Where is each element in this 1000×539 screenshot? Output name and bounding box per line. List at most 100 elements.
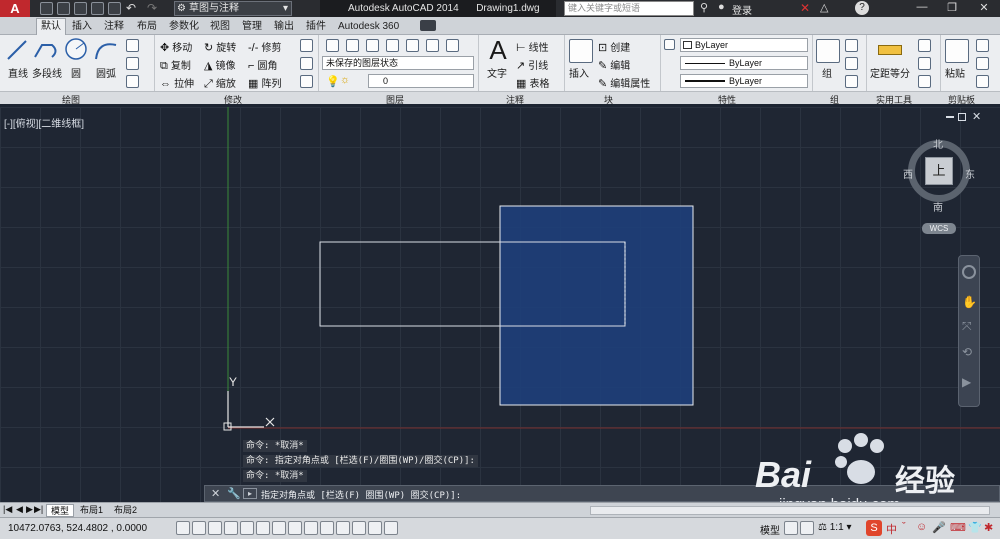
ungroup-icon[interactable]	[845, 39, 858, 52]
rectangle-icon[interactable]	[126, 39, 139, 52]
mirror-button[interactable]: ◮ 镜像	[204, 57, 236, 72]
paste-button[interactable]: 粘贴	[944, 37, 970, 81]
text-button[interactable]: A 文字	[484, 37, 512, 81]
copy-button[interactable]: ⧉ 复制	[160, 57, 191, 73]
layout-tab-model[interactable]: 模型	[46, 504, 75, 517]
tab-manage[interactable]: 管理	[238, 19, 266, 34]
ime-menu-icon[interactable]: ✱	[984, 521, 993, 534]
steeringwheel-icon[interactable]	[962, 265, 976, 279]
tab-plugins[interactable]: 插件	[302, 19, 330, 34]
layer-freeze-icon[interactable]	[426, 39, 439, 52]
drawing-quick-view-icon[interactable]	[800, 521, 814, 535]
boundary-icon[interactable]	[126, 75, 139, 88]
model-space-button[interactable]: 模型	[760, 522, 780, 537]
tab-view[interactable]: 视图	[206, 19, 234, 34]
explode-icon[interactable]	[300, 57, 313, 70]
cut-icon[interactable]	[976, 39, 989, 52]
ime-language-icon[interactable]: 中	[886, 521, 897, 537]
help-icon[interactable]: ?	[855, 1, 869, 15]
tab-parametric[interactable]: 参数化	[165, 19, 203, 34]
zoom-extents-icon[interactable]: ⤧	[962, 319, 972, 334]
infer-constraints-icon[interactable]	[176, 521, 190, 535]
info-center-icon[interactable]: △	[820, 1, 828, 14]
user-icon[interactable]: ●	[718, 1, 725, 13]
viewport-close[interactable]: ✕	[972, 110, 981, 123]
hatch-icon[interactable]	[126, 57, 139, 70]
ortho-icon[interactable]	[224, 521, 238, 535]
panel-title-annotation[interactable]: 注释	[506, 93, 524, 106]
edit-block-button[interactable]: ✎ 编辑	[598, 57, 630, 72]
array-button[interactable]: ▦ 阵列	[248, 75, 281, 90]
workspace-select[interactable]: ⚙ 草图与注释 ▾	[174, 1, 292, 16]
linetype-select[interactable]: ByLayer	[680, 56, 808, 70]
sogou-ime-icon[interactable]: S	[866, 520, 882, 536]
orbit-icon[interactable]: ⟲	[962, 345, 972, 359]
otrack-icon[interactable]	[288, 521, 302, 535]
tab-default[interactable]: 默认	[36, 18, 66, 35]
panel-title-block[interactable]: 块	[604, 93, 613, 106]
viewport-restore[interactable]	[958, 113, 966, 121]
transparency-icon[interactable]	[352, 521, 366, 535]
redo-icon[interactable]: ↷	[147, 1, 157, 15]
pan-icon[interactable]: ✋	[962, 295, 977, 309]
layer-isolate-icon[interactable]	[386, 39, 399, 52]
binoculars-icon[interactable]: ⚲	[700, 1, 708, 14]
exchange-icon[interactable]: ✕	[800, 1, 810, 15]
stretch-button[interactable]: ⇔ 拉伸	[160, 75, 194, 90]
save-as-icon[interactable]	[91, 2, 104, 15]
tab-insert[interactable]: 插入	[68, 19, 96, 34]
selection-cycling-icon[interactable]	[384, 521, 398, 535]
save-icon[interactable]	[74, 2, 87, 15]
ime-punct-icon[interactable]: ˇ	[902, 521, 906, 533]
color-select[interactable]: ByLayer	[680, 38, 808, 52]
restore-button[interactable]: ❐	[938, 0, 966, 17]
tab-annotate[interactable]: 注释	[100, 19, 128, 34]
scrollbar-horizontal[interactable]	[590, 506, 990, 515]
new-icon[interactable]	[40, 2, 53, 15]
ime-emoji-icon[interactable]: ☺	[916, 521, 927, 533]
insert-button[interactable]: 插入	[568, 37, 594, 81]
search-input[interactable]: 键入关键字或短语	[564, 1, 694, 16]
group-select-icon[interactable]	[845, 75, 858, 88]
login-button[interactable]: 登录	[732, 2, 752, 17]
layout-tab-2[interactable]: 布局2	[110, 504, 141, 517]
offset-icon[interactable]	[300, 75, 313, 88]
snap-icon[interactable]	[192, 521, 206, 535]
lineweight-icon[interactable]	[336, 521, 350, 535]
compass-west[interactable]: 西	[903, 166, 913, 181]
trim-button[interactable]: -/- 修剪	[248, 39, 281, 54]
first-layout-icon[interactable]: |◀	[3, 504, 12, 515]
rotate-button[interactable]: ↻ 旋转	[204, 39, 236, 54]
undo-icon[interactable]: ↶	[126, 1, 136, 15]
panel-title-clipboard[interactable]: 剪贴板	[948, 93, 975, 106]
panel-title-layer[interactable]: 图层	[386, 93, 404, 106]
arc-button[interactable]: 圆弧	[92, 37, 120, 80]
match-properties-icon[interactable]	[664, 39, 675, 50]
calculator-icon[interactable]	[918, 57, 931, 70]
panel-title-properties[interactable]: 特性	[718, 93, 736, 106]
linear-button[interactable]: ⊢ 线性	[516, 39, 549, 54]
annotation-scale[interactable]: ⚖ 1:1 ▾	[818, 522, 851, 533]
circle-button[interactable]: 圆	[64, 37, 90, 80]
layout-quick-view-icon[interactable]	[784, 521, 798, 535]
table-button[interactable]: ▦ 表格	[516, 75, 549, 90]
viewport-minimize[interactable]	[946, 116, 954, 118]
erase-icon[interactable]	[300, 39, 313, 52]
ime-keyboard-icon[interactable]: ⌨	[950, 521, 966, 534]
ime-voice-icon[interactable]: 🎤	[932, 521, 946, 534]
layer-previous-icon[interactable]	[366, 39, 379, 52]
compass-east[interactable]: 东	[965, 166, 975, 181]
close-icon[interactable]: ✕	[211, 487, 220, 500]
panel-title-modify[interactable]: 修改	[224, 93, 242, 106]
panel-title-group[interactable]: 组	[830, 93, 839, 106]
group-edit-icon[interactable]	[845, 57, 858, 70]
next-layout-icon[interactable]: ▶	[26, 504, 33, 515]
showmotion-icon[interactable]: ▶	[962, 375, 971, 389]
layer-match-icon[interactable]	[346, 39, 359, 52]
compass-north[interactable]: 北	[933, 136, 943, 151]
prev-layout-icon[interactable]: ◀	[16, 504, 23, 515]
osnap-icon[interactable]	[256, 521, 270, 535]
viewcube-face[interactable]: 上	[925, 157, 953, 185]
tab-output[interactable]: 输出	[270, 19, 298, 34]
ime-skin-icon[interactable]: 👕	[968, 521, 982, 534]
